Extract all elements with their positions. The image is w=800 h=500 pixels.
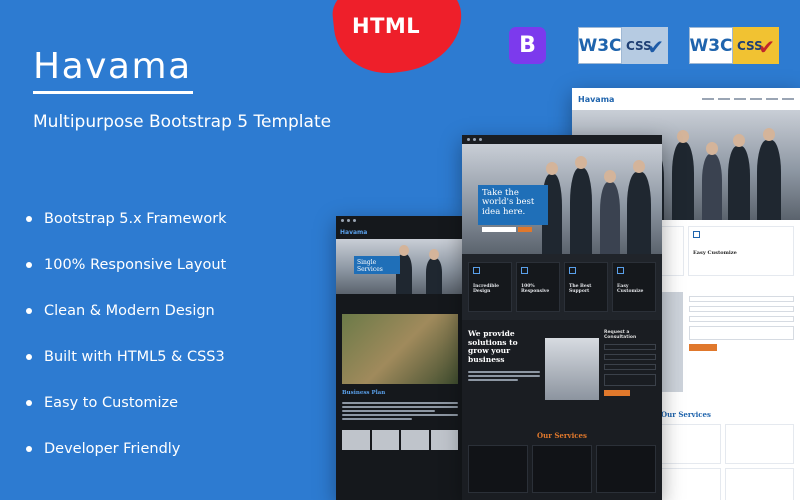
w3c-logo: W3C	[689, 27, 733, 64]
responsive-icon	[521, 267, 528, 274]
feature-card: Easy Customize	[688, 226, 794, 276]
support-icon	[569, 267, 576, 274]
brand-underline	[33, 91, 193, 94]
feature-item: 100% Responsive Layout	[26, 242, 227, 288]
html-badge-label: HTML	[352, 14, 421, 38]
brand-title: Havama	[33, 46, 192, 87]
image-gallery	[342, 430, 458, 450]
checkmark-icon: ✔	[758, 35, 775, 59]
checkmark-icon: ✔	[647, 35, 664, 59]
feature-cards: Incredible Design 100% Responsive The Be…	[462, 254, 662, 320]
window-dots	[336, 216, 464, 225]
w3c-css-badge-blue: W3C CSS ✔	[578, 27, 668, 64]
hero-input	[482, 227, 516, 233]
design-icon	[473, 267, 480, 274]
consultation-form: Request a Consultation	[604, 330, 656, 415]
form-heading: Request a Consultation	[604, 330, 637, 340]
dark-services-preview: Havama Single Services Business Plan	[336, 216, 464, 500]
hero-cta-box: Take the world's best idea here.	[478, 185, 548, 233]
feature-item: Developer Friendly	[26, 426, 227, 472]
bullet-icon	[26, 308, 32, 314]
feature-list: Bootstrap 5.x Framework 100% Responsive …	[26, 196, 227, 472]
bullet-icon	[26, 400, 32, 406]
services-section: Our Services	[462, 425, 662, 499]
feature-card: Easy Customize	[612, 262, 656, 312]
preview-navbar: Havama	[336, 225, 464, 239]
preview-navbar: Havama	[572, 88, 800, 110]
section-title: Business Plan	[342, 390, 386, 396]
bullet-icon	[26, 446, 32, 452]
feature-card: The Best Support	[564, 262, 608, 312]
w3c-logo: W3C	[578, 27, 622, 64]
hero-button	[518, 227, 532, 233]
w3c-css-badge-gold: W3C CSS ✔	[689, 27, 779, 64]
services-heading: Our Services	[537, 431, 587, 440]
bullet-icon	[26, 354, 32, 360]
dark-home-preview: Take the world's best idea here. Incredi…	[462, 135, 662, 500]
bootstrap-letter: B	[519, 33, 536, 58]
template-subtitle: Multipurpose Bootstrap 5 Template	[33, 112, 332, 132]
customize-icon	[693, 231, 700, 238]
feature-item: Built with HTML5 & CSS3	[26, 334, 227, 380]
solutions-heading: We provide solutions to grow your busine…	[468, 329, 518, 364]
bullet-icon	[26, 262, 32, 268]
bootstrap-logo-icon: B	[509, 27, 546, 64]
feature-item: Easy to Customize	[26, 380, 227, 426]
bullet-icon	[26, 216, 32, 222]
hero-label-box: Single Services	[354, 256, 400, 274]
feature-card: 100% Responsive	[516, 262, 560, 312]
hero-headline: Take the world's best idea here.	[482, 188, 535, 217]
consultation-form	[689, 292, 794, 392]
body-text-lines	[336, 402, 464, 420]
solutions-section: We provide solutions to grow your busine…	[462, 320, 662, 425]
preview-logo: Havama	[578, 94, 615, 104]
team-meeting-photo	[342, 314, 458, 384]
html-badge-shape	[329, 0, 467, 79]
window-dots	[462, 135, 662, 144]
preview-logo: Havama	[340, 228, 368, 236]
office-photo	[545, 338, 599, 400]
feature-card: Incredible Design	[468, 262, 512, 312]
preview-menu	[702, 98, 794, 100]
feature-item: Bootstrap 5.x Framework	[26, 196, 227, 242]
feature-item: Clean & Modern Design	[26, 288, 227, 334]
customize-icon	[617, 267, 624, 274]
